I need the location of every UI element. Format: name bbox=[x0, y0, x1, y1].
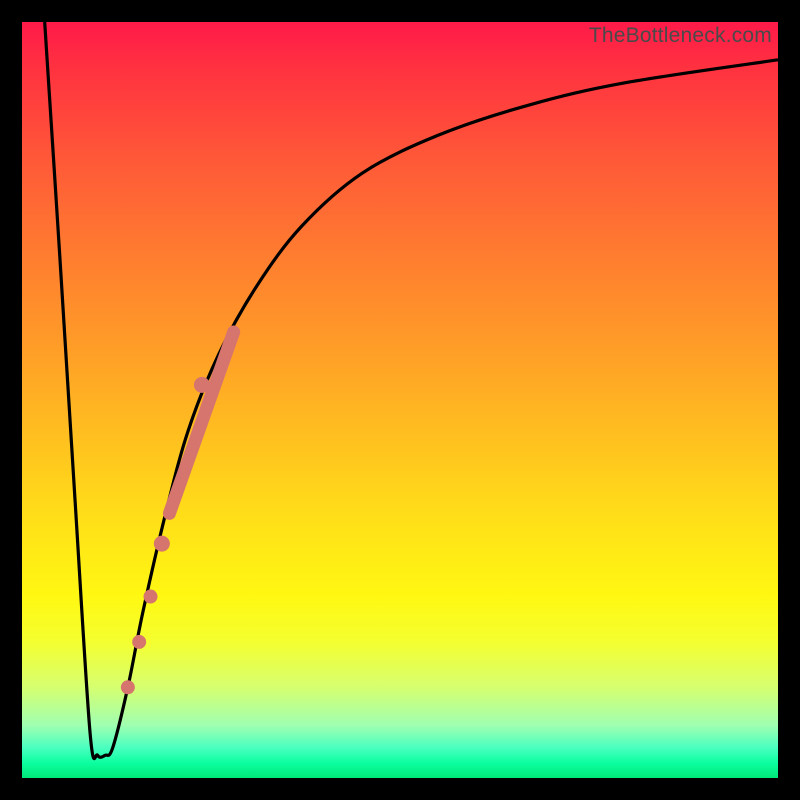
chart-frame: TheBottleneck.com bbox=[0, 0, 800, 800]
marker-dot bbox=[194, 377, 210, 393]
watermark-text: TheBottleneck.com bbox=[589, 24, 772, 48]
highlighted-segment bbox=[121, 332, 234, 694]
curve-layer bbox=[22, 22, 778, 778]
marker-dot bbox=[121, 680, 135, 694]
bottleneck-curve bbox=[45, 22, 778, 759]
curve-path bbox=[45, 22, 778, 759]
marker-dot bbox=[144, 590, 158, 604]
plot-area: TheBottleneck.com bbox=[22, 22, 778, 778]
marker-stroke bbox=[169, 332, 233, 513]
marker-dot bbox=[132, 635, 146, 649]
marker-dot bbox=[154, 536, 170, 552]
